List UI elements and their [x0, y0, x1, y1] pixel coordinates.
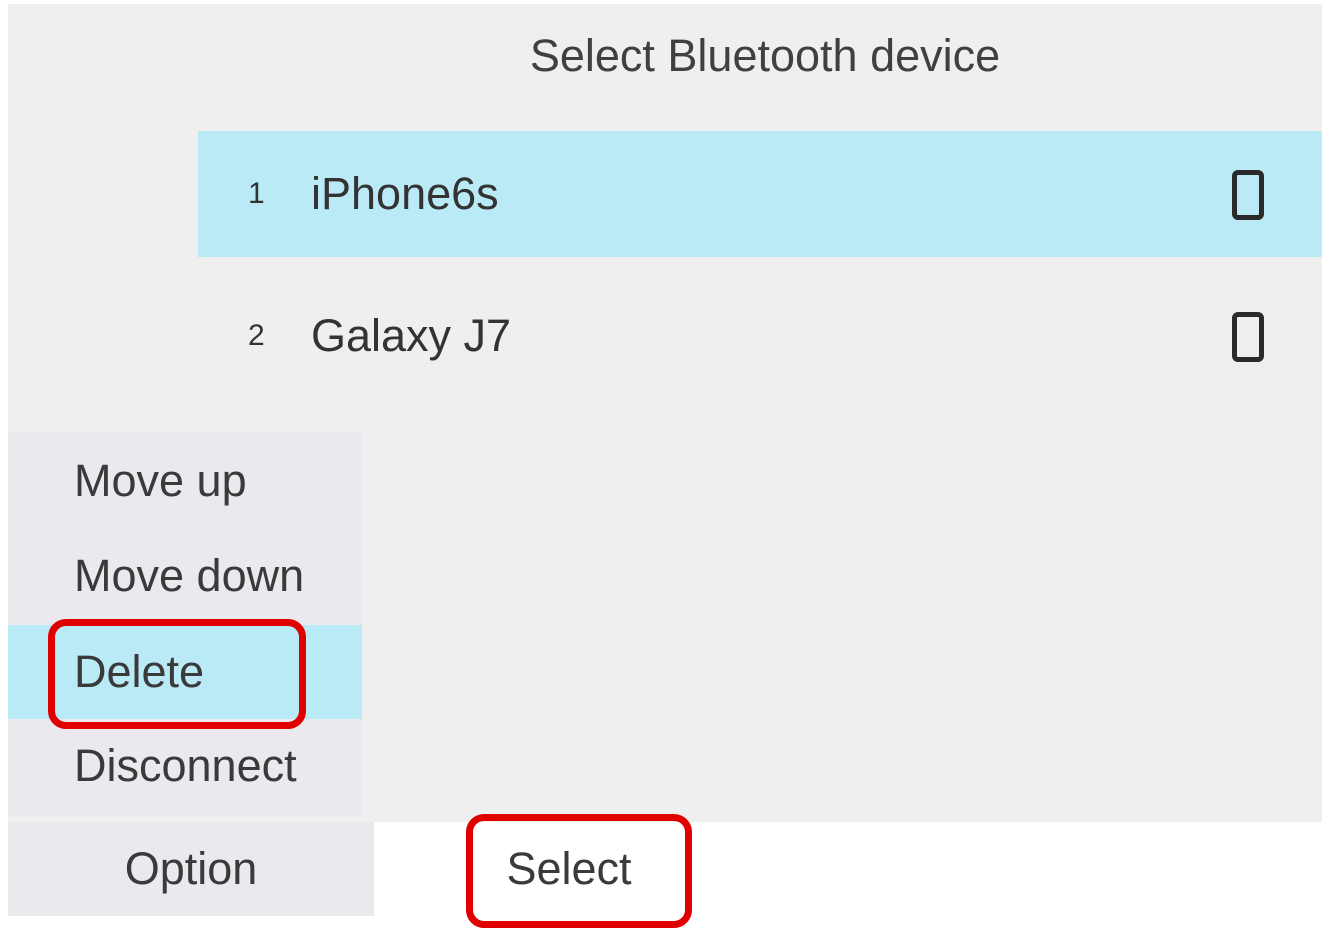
menu-item-delete[interactable]: Delete: [8, 625, 362, 719]
select-softkey[interactable]: Select: [374, 822, 764, 916]
softkey-bar: Option Select: [0, 822, 1326, 928]
device-row-galaxy-j7[interactable]: 2 Galaxy J7: [198, 273, 1322, 399]
option-softkey[interactable]: Option: [8, 822, 374, 916]
page-title: Select Bluetooth device: [529, 30, 1001, 81]
menu-item-move-down[interactable]: Move down: [8, 529, 362, 623]
device-name: Galaxy J7: [311, 310, 512, 361]
menu-item-move-up[interactable]: Move up: [8, 434, 362, 528]
menu-item-disconnect[interactable]: Disconnect: [8, 719, 362, 813]
device-row-iphone6s[interactable]: 1 iPhone6s: [198, 131, 1322, 257]
option-menu: Move up Move down Delete Disconnect: [8, 432, 362, 816]
device-name: iPhone6s: [311, 168, 499, 219]
device-number: 2: [248, 319, 265, 352]
phone-icon: [1232, 312, 1264, 362]
device-number: 1: [248, 177, 265, 210]
phone-icon: [1232, 170, 1264, 220]
